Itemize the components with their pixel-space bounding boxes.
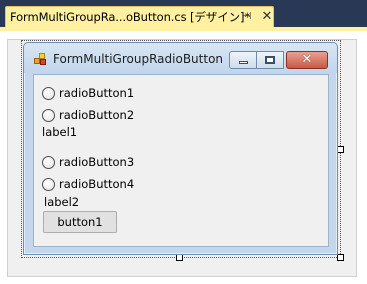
radio-button-2[interactable]: radioButton2 — [42, 107, 134, 123]
minimize-icon — [238, 61, 248, 64]
radio-circle-icon[interactable] — [42, 108, 55, 122]
form-window[interactable]: FormMultiGroupRadioButton ✕ radioButton1… — [23, 42, 338, 255]
label-1: label1 — [42, 125, 78, 139]
radio-button-1-label: radioButton1 — [59, 86, 135, 100]
form-title-bar[interactable]: FormMultiGroupRadioButton ✕ — [24, 43, 337, 73]
radio-circle-icon[interactable] — [42, 155, 55, 169]
document-tab[interactable]: FormMultiGroupRa...oButton.cs [デザイン]* ⊣ … — [5, 6, 274, 27]
resize-handle-bottom[interactable] — [176, 254, 183, 261]
radio-button-3[interactable]: radioButton3 — [42, 154, 134, 170]
button-1[interactable]: button1 — [43, 211, 117, 233]
resize-handle-right[interactable] — [337, 146, 344, 153]
close-button[interactable]: ✕ — [286, 51, 328, 69]
radio-circle-icon[interactable] — [42, 177, 55, 191]
label-2: label2 — [44, 195, 80, 209]
minimize-button[interactable] — [229, 51, 257, 69]
form-title: FormMultiGroupRadioButton — [53, 52, 224, 66]
maximize-button[interactable] — [257, 51, 284, 69]
close-icon[interactable]: ✕ — [261, 10, 273, 24]
form-client-area: radioButton1 radioButton2 label1 radioBu… — [33, 74, 329, 247]
radio-button-1[interactable]: radioButton1 — [42, 85, 134, 101]
pin-icon[interactable]: ⊣ — [241, 10, 253, 24]
close-icon: ✕ — [301, 52, 313, 67]
resize-handle-bottom-right[interactable] — [337, 254, 344, 261]
radio-circle-icon[interactable] — [42, 86, 55, 100]
radio-button-3-label: radioButton3 — [59, 155, 135, 169]
radio-button-2-label: radioButton2 — [59, 108, 135, 122]
radio-button-4[interactable]: radioButton4 — [42, 176, 134, 192]
maximize-icon — [265, 56, 275, 64]
document-tab-title[interactable]: FormMultiGroupRa...oButton.cs [デザイン]* — [10, 9, 250, 25]
radio-button-4-label: radioButton4 — [59, 177, 135, 191]
app-icon — [34, 53, 47, 65]
